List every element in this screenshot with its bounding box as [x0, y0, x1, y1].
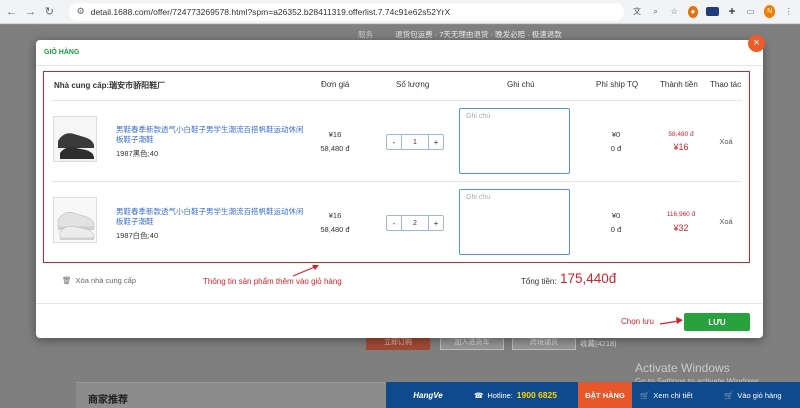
bookmark-star-icon[interactable]: ☆ — [669, 6, 680, 18]
note-textarea[interactable]: Ghi chú — [459, 189, 570, 255]
quantity-stepper: - 1 + — [386, 134, 444, 150]
total-label: Tổng tiền: — [521, 277, 557, 286]
product-variant: 1987黑色;40 — [116, 149, 159, 158]
col-total: Thành tiền — [660, 80, 698, 89]
extension-hangve-icon[interactable] — [706, 7, 719, 16]
headset-icon: ☎ — [474, 390, 484, 400]
qty-decrease-button[interactable]: - — [387, 135, 401, 149]
favorite-count[interactable]: 收藏(4218) — [580, 338, 617, 349]
address-bar[interactable]: ⚙ detail.1688.com/offer/724773269578.htm… — [68, 2, 624, 21]
service-text: 退货包运费 · 7天无理由退货 · 晚发必赔 · 极速退款 — [395, 30, 562, 39]
zoom-icon[interactable]: ⌕ — [650, 6, 661, 18]
product-name-link[interactable]: 男鞋春季新款透气小白鞋子男学生潮流百搭帆鞋运动休闲板鞋子潮鞋 — [116, 125, 306, 145]
order-button[interactable]: ĐẶT HÀNG — [578, 382, 632, 408]
total-value: 175,440đ — [560, 271, 617, 286]
menu-kebab-icon[interactable]: ⋮ — [783, 6, 794, 18]
translate-icon[interactable]: 文 — [632, 6, 643, 18]
col-qty: Số lượng — [396, 80, 430, 89]
annotation-products: Thông tin sản phẩm thêm vào giỏ hàng — [203, 277, 342, 286]
qty-decrease-button[interactable]: - — [387, 216, 401, 230]
service-label: 服务 — [358, 30, 373, 39]
col-action: Thao tác — [710, 80, 742, 89]
hangve-toolbar: HangVe ☎ Hotline: 1900 6825 ĐẶT HÀNG 🛒 X… — [386, 382, 800, 408]
header-divider — [52, 100, 742, 101]
cart-modal: GIỎ HÀNG × Nhà cung cấp:瑞安市骄阳鞋厂 Đơn giá … — [36, 35, 765, 338]
col-price: Đơn giá — [321, 80, 350, 89]
line-total-vnd: 58,480 đ — [668, 131, 694, 138]
note-textarea[interactable]: Ghi chú — [459, 108, 570, 174]
quantity-stepper: - 2 + — [386, 215, 444, 231]
merchant-recommend-bar: 商家推荐 — [76, 382, 386, 408]
forward-icon[interactable]: → — [25, 6, 36, 18]
site-settings-icon[interactable]: ⚙ — [77, 6, 85, 17]
sidebar-icon[interactable]: ▭ — [745, 6, 756, 18]
unit-price-vnd: 58,480 đ — [320, 144, 350, 153]
qty-increase-button[interactable]: + — [429, 216, 443, 230]
modal-title: GIỎ HÀNG — [36, 40, 763, 66]
go-to-cart-button[interactable]: 🛒 Vào giỏ hàng — [716, 391, 800, 400]
col-ship: Phí ship TQ — [596, 80, 639, 89]
remove-supplier-label: Xóa nhà cung cấp — [75, 276, 136, 285]
url-text: detail.1688.com/offer/724773269578.html?… — [90, 6, 451, 17]
reload-icon[interactable]: ↻ — [44, 5, 55, 18]
annotation-save: Chọn lưu — [621, 317, 654, 326]
product-variant: 1987白色;40 — [116, 231, 159, 240]
cart-icon: 🛒 — [724, 390, 734, 400]
hotline-number: 1900 6825 — [516, 390, 557, 400]
ship-fee-cny: ¥0 — [611, 130, 621, 139]
trash-icon: 🗑 — [62, 276, 72, 285]
cart-icon: 🛒 — [640, 390, 650, 400]
qty-input[interactable]: 2 — [401, 216, 429, 230]
col-note: Ghi chú — [507, 80, 535, 89]
unit-price-cny: ¥16 — [328, 211, 342, 220]
remove-supplier-button[interactable]: 🗑 Xóa nhà cung cấp — [62, 276, 136, 285]
save-button[interactable]: LƯU — [684, 313, 750, 331]
service-row: 服务 退货包运费 · 7天无理由退货 · 晚发必赔 · 极速退款 — [358, 29, 562, 40]
row-divider — [52, 181, 742, 182]
go-to-cart-label: Vào giỏ hàng — [737, 390, 782, 400]
activate-windows-title: Activate Windows — [635, 361, 730, 375]
delete-item-button[interactable]: Xoá — [711, 217, 741, 226]
hangve-logo: HangVe — [413, 390, 443, 400]
footer-divider — [36, 303, 763, 304]
cart-detail-button[interactable]: 🛒 Xem chi tiết — [632, 391, 716, 400]
delete-item-button[interactable]: Xoá — [711, 137, 741, 146]
product-thumbnail[interactable] — [53, 197, 97, 243]
cart-detail-label: Xem chi tiết — [653, 390, 693, 400]
product-name-link[interactable]: 男鞋春季新款透气小白鞋子男学生潮流百搭帆鞋运动休闲板鞋子潮鞋 — [116, 207, 306, 227]
profile-avatar[interactable]: N — [763, 5, 776, 18]
line-total-cny: ¥16 — [673, 142, 689, 152]
qty-increase-button[interactable]: + — [429, 135, 443, 149]
close-icon[interactable]: × — [748, 35, 765, 52]
product-thumbnail[interactable] — [53, 116, 97, 162]
line-total-cny: ¥32 — [673, 223, 689, 233]
extensions-puzzle-icon[interactable]: ✚ — [727, 6, 738, 18]
merchant-recommend-title: 商家推荐 — [88, 395, 128, 406]
hotline-label: Hotline: — [487, 390, 513, 400]
supplier-name: Nhà cung cấp:瑞安市骄阳鞋厂 — [54, 81, 166, 90]
annotation-arrow-icon — [659, 317, 683, 325]
browser-toolbar: ← → ↻ ⚙ detail.1688.com/offer/7247732695… — [0, 0, 800, 24]
hotline[interactable]: ☎ Hotline: 1900 6825 — [470, 390, 578, 400]
extension-orange-icon[interactable]: ● — [687, 5, 699, 18]
unit-price-cny: ¥16 — [328, 130, 342, 139]
back-icon[interactable]: ← — [6, 6, 17, 18]
unit-price-vnd: 58,480 đ — [320, 225, 350, 234]
annotation-arrow-icon — [292, 265, 319, 277]
ship-fee-vnd: 0 đ — [610, 144, 622, 153]
qty-input[interactable]: 1 — [401, 135, 429, 149]
ship-fee-cny: ¥0 — [611, 211, 621, 220]
ship-fee-vnd: 0 đ — [610, 225, 622, 234]
line-total-vnd: 116,960 đ — [666, 211, 696, 218]
